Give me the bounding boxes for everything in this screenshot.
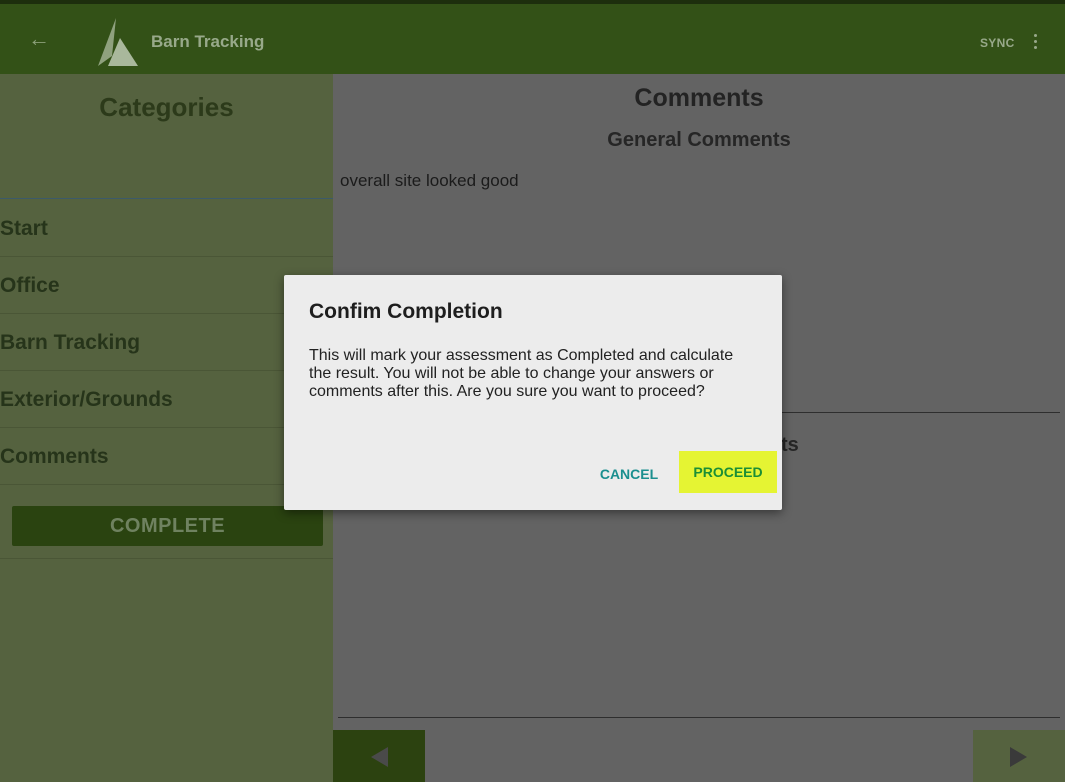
general-comments-field[interactable]: overall site looked good xyxy=(340,171,519,191)
sync-button[interactable]: SYNC xyxy=(980,36,1015,50)
section-title: Comments xyxy=(634,84,764,112)
next-button[interactable] xyxy=(973,730,1065,782)
cancel-button[interactable]: CANCEL xyxy=(588,456,670,492)
previous-button[interactable] xyxy=(333,730,425,782)
general-comments-title: General Comments xyxy=(607,129,791,151)
sidebar-title: Categories xyxy=(99,92,234,122)
divider xyxy=(0,558,333,559)
sidebar-item-start[interactable]: Start xyxy=(0,200,333,257)
arrow-left-icon[interactable]: ← xyxy=(28,28,50,50)
complete-button[interactable]: COMPLETE xyxy=(12,506,323,546)
confirm-completion-dialog: Confim Completion This will mark your as… xyxy=(284,275,782,510)
proceed-button[interactable]: PROCEED xyxy=(679,451,777,493)
more-vertical-icon[interactable] xyxy=(1034,34,1038,52)
triangle-left-icon xyxy=(371,747,388,767)
triangle-right-icon xyxy=(1010,747,1027,767)
divider xyxy=(0,198,333,199)
dialog-message: This will mark your assessment as Comple… xyxy=(309,347,734,400)
app-title: Barn Tracking xyxy=(151,32,265,51)
dialog-title: Confim Completion xyxy=(309,300,503,323)
divider xyxy=(338,717,1060,718)
mountain-logo-icon xyxy=(98,18,138,66)
app-bar: ← Barn Tracking SYNC xyxy=(0,0,1065,74)
second-comments-title: ts xyxy=(781,434,799,456)
